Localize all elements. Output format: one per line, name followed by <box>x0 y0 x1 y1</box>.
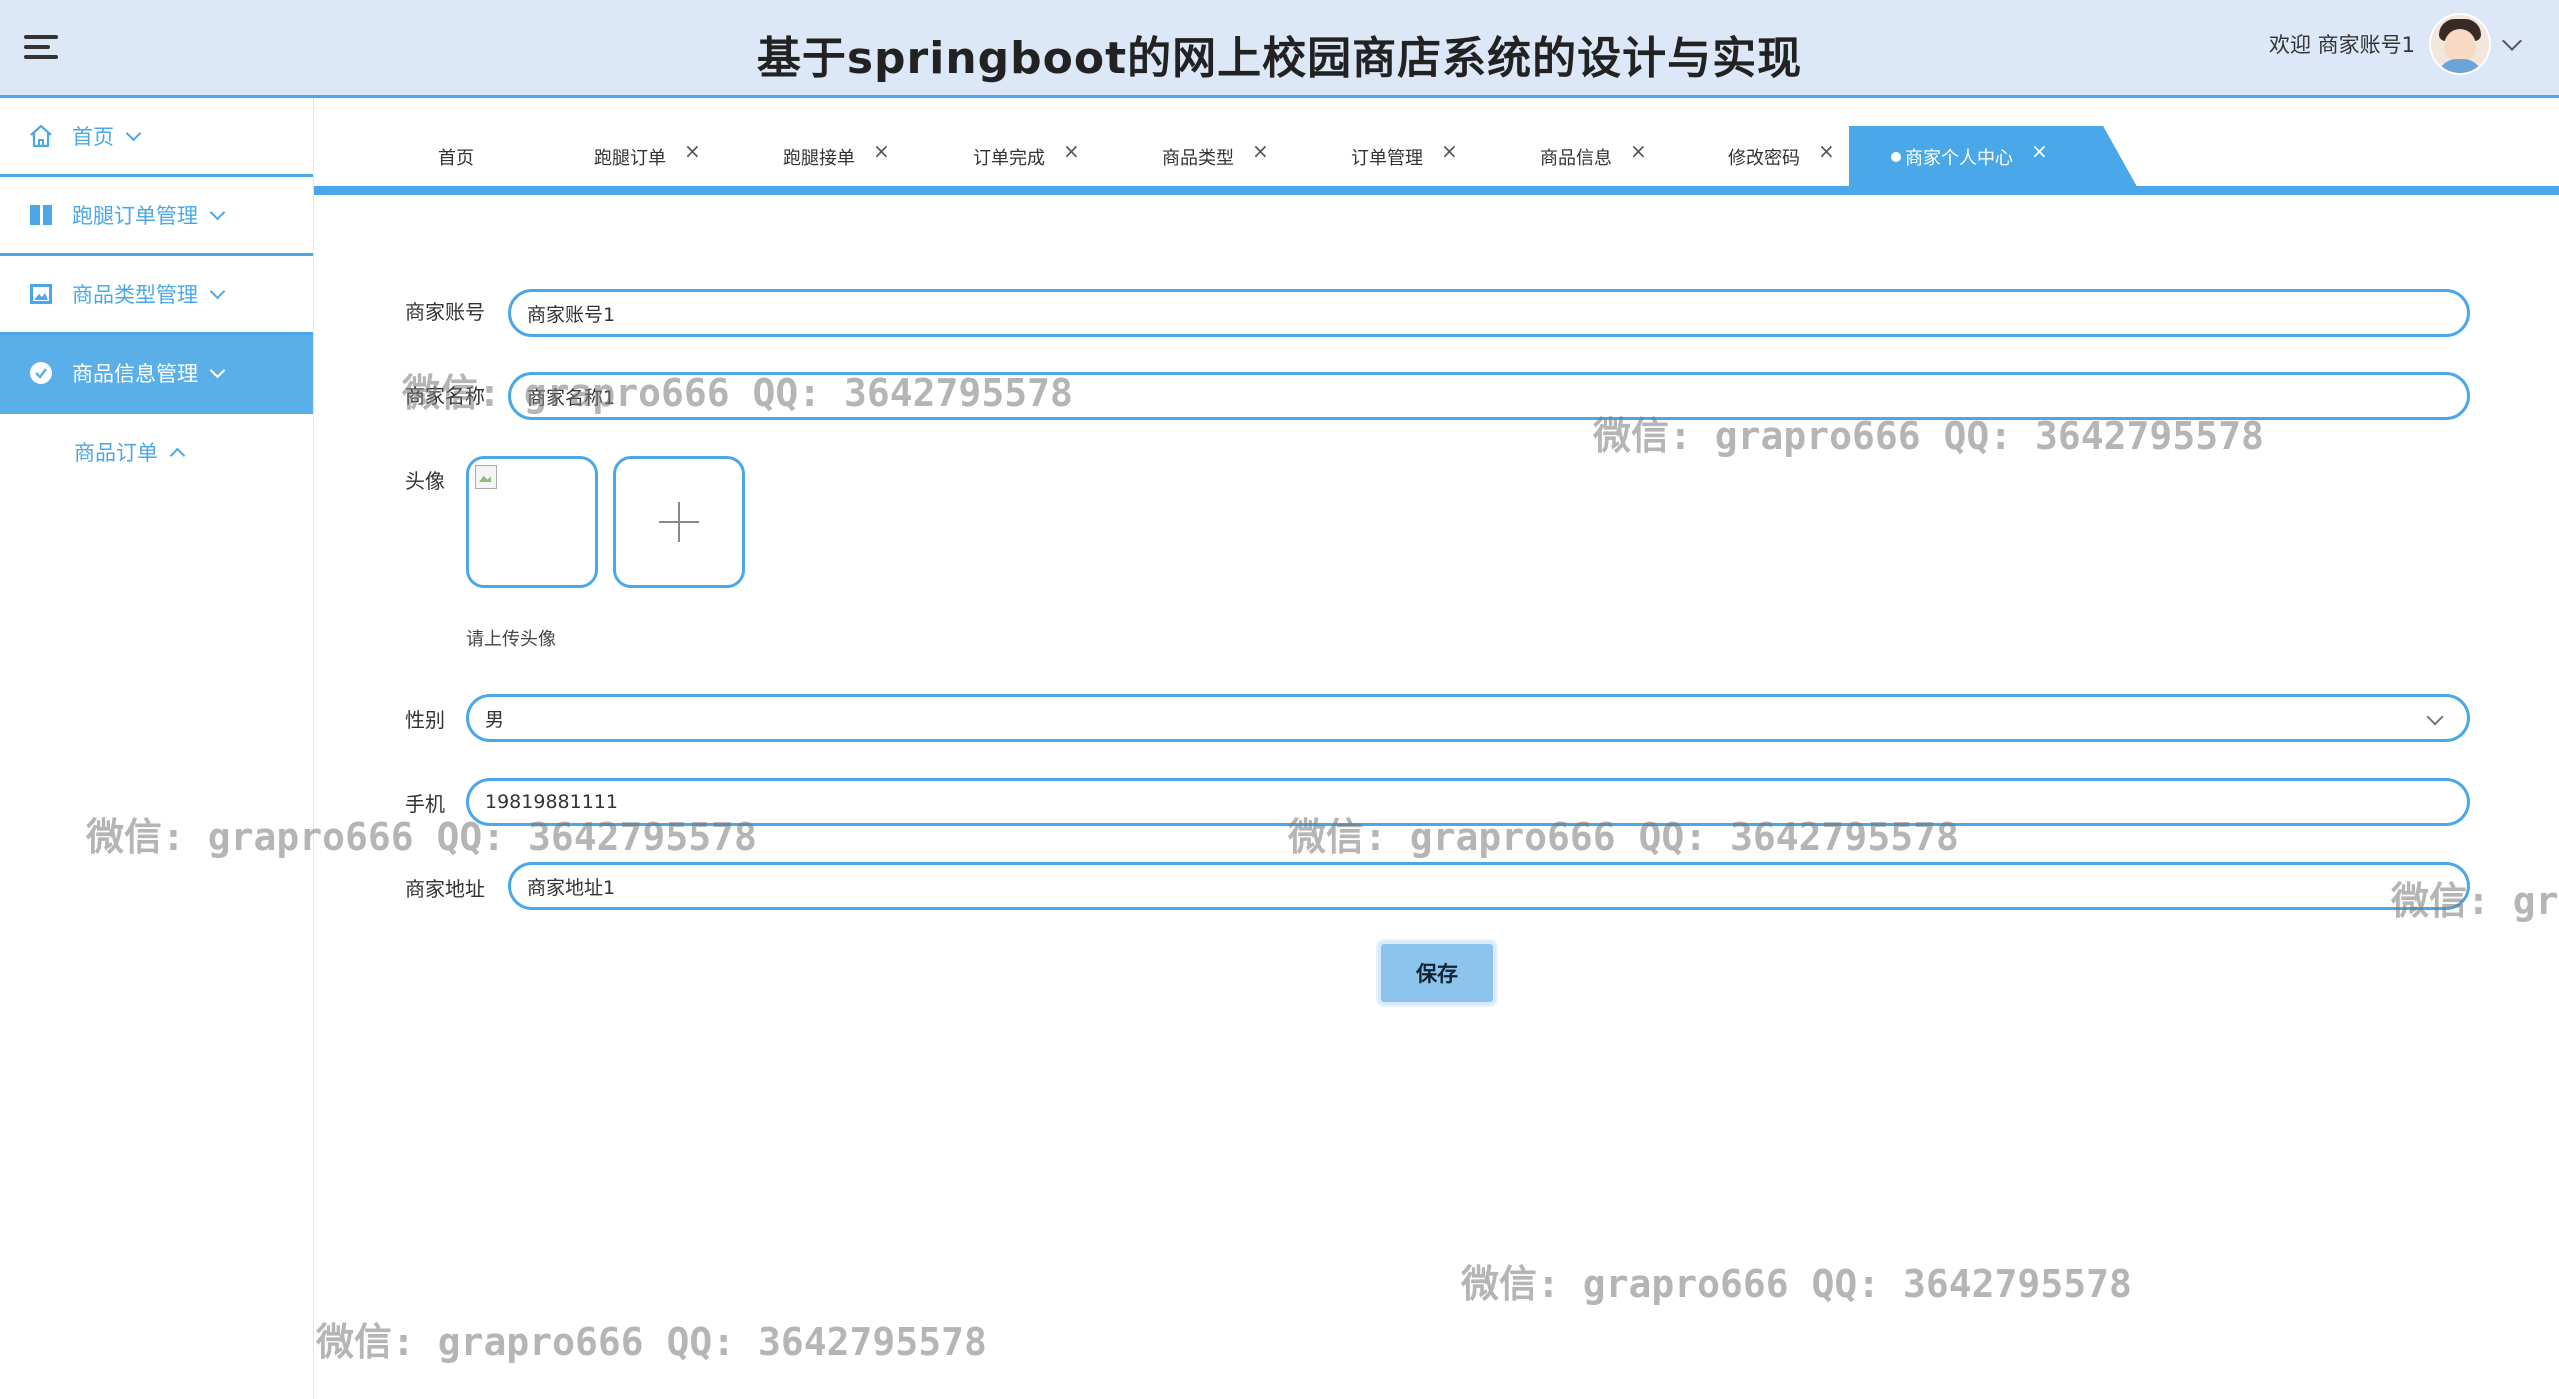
tab-product-types[interactable]: 商品类型 × <box>1162 126 1269 188</box>
tab-label: 订单管理 <box>1351 148 1423 169</box>
tab-bar: 首页 跑腿订单 × 跑腿接单 × 订单完成 × 商品类型 × 订单管理 × 商品… <box>314 126 2559 188</box>
tab-underline <box>314 186 2559 195</box>
phone-input[interactable]: 19819881111 <box>466 778 2470 826</box>
tab-label: 首页 <box>438 148 474 169</box>
avatar-hint: 请上传头像 <box>466 629 556 650</box>
account-label: 商家账号 <box>405 300 485 324</box>
avatar[interactable] <box>2429 13 2491 75</box>
save-button[interactable]: 保存 <box>1378 941 1496 1005</box>
tab-home[interactable]: 首页 <box>438 126 474 188</box>
tab-merchant-center[interactable]: 商家个人中心 × <box>1849 126 2138 188</box>
sidebar-subitem-product-orders[interactable]: 商品订单 <box>0 414 313 490</box>
plus-icon <box>659 502 699 542</box>
watermark: 微信: grapro666 QQ: 3642795578 <box>316 1320 987 1364</box>
avatar-label: 头像 <box>405 469 445 493</box>
chevron-down-icon <box>2426 708 2444 726</box>
close-icon[interactable]: × <box>684 139 701 163</box>
phone-label: 手机 <box>405 792 445 816</box>
sidebar-item-label: 商品信息管理 <box>72 362 198 386</box>
gender-value: 男 <box>485 708 505 731</box>
tab-order-complete[interactable]: 订单完成 × <box>973 126 1080 188</box>
sidebar-item-label: 跑腿订单管理 <box>72 204 198 228</box>
close-icon[interactable]: × <box>2031 139 2048 163</box>
gender-select[interactable]: 男 <box>466 694 2470 742</box>
tab-label: 商品信息 <box>1540 148 1612 169</box>
tab-errand-accept[interactable]: 跑腿接单 × <box>783 126 890 188</box>
close-icon[interactable]: × <box>1441 139 1458 163</box>
close-icon[interactable]: × <box>1630 139 1647 163</box>
user-menu[interactable]: 欢迎 商家账号1 <box>2268 13 2522 75</box>
tab-label: 订单完成 <box>973 148 1045 169</box>
tab-change-password[interactable]: 修改密码 × <box>1728 126 1835 188</box>
tab-label: 跑腿接单 <box>783 148 855 169</box>
broken-image-icon <box>475 465 497 489</box>
welcome-text: 欢迎 商家账号1 <box>2268 33 2415 57</box>
chevron-down-icon <box>209 204 226 220</box>
close-icon[interactable]: × <box>1063 139 1080 163</box>
sidebar-item-errand-orders[interactable]: 跑腿订单管理 <box>0 177 313 256</box>
home-icon <box>28 123 54 149</box>
check-circle-icon <box>28 360 54 386</box>
close-icon[interactable]: × <box>873 139 890 163</box>
sidebar: 首页 跑腿订单管理 商品类型管理 商品信息管理 商品订单 <box>0 98 314 1399</box>
tab-errand-orders[interactable]: 跑腿订单 × <box>594 126 701 188</box>
chevron-down-icon[interactable] <box>2502 31 2522 51</box>
avatar-preview <box>466 456 598 588</box>
tab-order-management[interactable]: 订单管理 × <box>1351 126 1458 188</box>
chevron-down-icon <box>209 362 226 378</box>
gender-label: 性别 <box>405 708 445 732</box>
tab-label: 跑腿订单 <box>594 148 666 169</box>
watermark: 微信: grapro666 QQ: 3642795578 <box>1461 1262 2132 1306</box>
tab-label: 修改密码 <box>1728 148 1800 169</box>
image-icon <box>28 281 54 307</box>
address-label: 商家地址 <box>405 877 485 901</box>
name-input[interactable]: 商家名称1 <box>508 372 2470 420</box>
chevron-down-icon <box>209 283 226 299</box>
account-input[interactable]: 商家账号1 <box>508 289 2470 337</box>
address-input[interactable]: 商家地址1 <box>508 862 2470 910</box>
avatar-upload-button[interactable] <box>613 456 745 588</box>
sidebar-item-home[interactable]: 首页 <box>0 98 313 177</box>
tab-label: 商品类型 <box>1162 148 1234 169</box>
sidebar-subitem-label: 商品订单 <box>74 441 158 465</box>
app-title: 基于springboot的网上校园商店系统的设计与实现 <box>756 33 1803 84</box>
close-icon[interactable]: × <box>1818 139 1835 163</box>
tab-product-info[interactable]: 商品信息 × <box>1540 126 1647 188</box>
name-label: 商家名称 <box>405 384 485 408</box>
chevron-down-icon <box>125 125 142 141</box>
sidebar-item-product-info[interactable]: 商品信息管理 <box>0 335 313 414</box>
sidebar-item-product-types[interactable]: 商品类型管理 <box>0 256 313 335</box>
sidebar-item-label: 首页 <box>72 125 114 149</box>
active-dot-icon <box>1891 152 1901 162</box>
top-header: 基于springboot的网上校园商店系统的设计与实现 欢迎 商家账号1 <box>0 0 2559 98</box>
close-icon[interactable]: × <box>1252 139 1269 163</box>
document-icon <box>28 202 54 228</box>
chevron-up-icon <box>169 447 186 463</box>
tab-label: 商家个人中心 <box>1905 148 2013 169</box>
sidebar-item-label: 商品类型管理 <box>72 283 198 307</box>
